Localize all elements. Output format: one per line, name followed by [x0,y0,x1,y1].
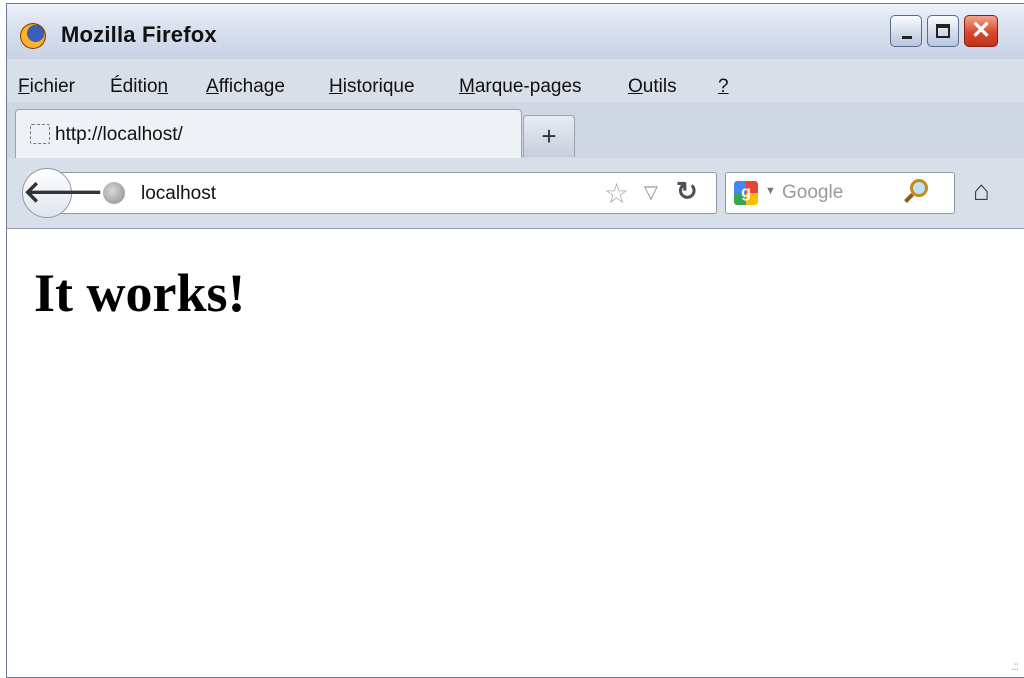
bookmark-star-icon[interactable]: ☆ [604,177,629,210]
menu-fichier[interactable]: Fichier [18,76,75,98]
tab-localhost[interactable]: http://localhost/ [15,109,522,158]
browser-window: Mozilla Firefox ✕ Fichier Édition Affich… [6,3,1024,678]
search-bar: g ▼ [725,172,955,214]
tab-strip: http://localhost/ + [7,102,1024,159]
address-bar[interactable]: localhost ☆ ▽ ↻ [57,172,717,214]
search-engine-dropdown-icon[interactable]: ▼ [765,185,776,197]
minimize-icon [902,36,912,39]
new-tab-button[interactable]: + [523,115,575,157]
firefox-logo-icon[interactable] [20,23,46,49]
menu-edition[interactable]: Édition [110,76,168,98]
site-identity-globe-icon[interactable] [103,182,125,204]
search-magnifier-icon[interactable] [910,179,928,197]
window-title: Mozilla Firefox [61,22,217,47]
plus-icon: + [541,121,557,151]
resize-grip-icon[interactable]: .:: [1011,659,1019,673]
menu-bar: Fichier Édition Affichage Historique Mar… [7,59,1024,102]
title-bar[interactable]: Mozilla Firefox ✕ [7,4,1024,59]
menu-historique[interactable]: Historique [329,76,415,98]
back-button[interactable]: 🡐 [22,168,104,218]
close-icon: ✕ [970,17,992,44]
minimize-button[interactable] [890,15,922,47]
home-button-icon[interactable]: ⌂ [973,175,990,207]
menu-affichage[interactable]: Affichage [206,76,285,98]
menu-outils[interactable]: Outils [628,76,677,98]
search-input[interactable] [782,180,892,206]
maximize-icon [936,24,950,38]
back-arrow-icon: 🡐 [23,176,104,209]
reload-icon[interactable]: ↻ [676,176,698,207]
close-button[interactable]: ✕ [964,15,998,47]
navigation-toolbar: localhost ☆ ▽ ↻ 🡐 g ▼ ⌂ [7,158,1024,229]
menu-help[interactable]: ? [718,76,729,98]
page-content: It works! .:: [7,229,1024,677]
google-logo-icon[interactable]: g [734,181,758,205]
page-heading: It works! [34,263,246,323]
tab-title: http://localhost/ [55,124,183,145]
url-text[interactable]: localhost [141,183,216,205]
blank-page-icon [30,124,50,144]
url-history-dropdown-icon[interactable]: ▽ [644,182,658,203]
menu-marque-pages[interactable]: Marque-pages [459,76,582,98]
maximize-button[interactable] [927,15,959,47]
